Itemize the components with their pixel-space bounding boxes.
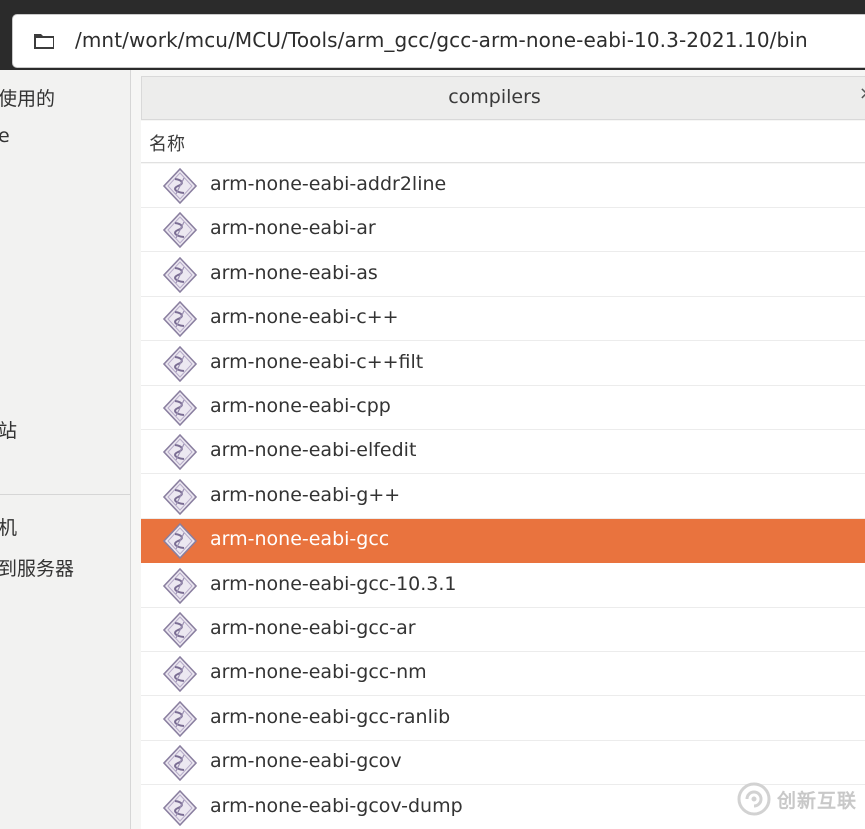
file-row[interactable]: arm-none-eabi-c++filt [141,342,865,386]
file-name: arm-none-eabi-gcov [210,750,402,773]
column-header-name[interactable]: 名称 [149,130,185,156]
file-row[interactable]: arm-none-eabi-gcc-ranlib [141,697,865,741]
file-row[interactable]: arm-none-eabi-ar [141,208,865,253]
file-row[interactable]: arm-none-eabi-gcc [141,519,865,564]
file-list: arm-none-eabi-addr2line arm-none-eabi-ar a… [141,164,865,829]
file-name: arm-none-eabi-gcc-ar [210,617,416,639]
location-path[interactable]: /mnt/work/mcu/MCU/Tools/arm_gcc/gcc-arm-… [75,28,808,52]
file-row[interactable]: arm-none-eabi-cpp [141,386,865,430]
file-row[interactable]: arm-none-eabi-elfedit [141,430,865,475]
file-name: arm-none-eabi-elfedit [210,439,417,462]
file-row[interactable]: arm-none-eabi-gcc-ar [141,608,865,652]
file-name: arm-none-eabi-g++ [210,483,401,506]
location-bar[interactable]: /mnt/work/mcu/MCU/Tools/arm_gcc/gcc-arm-… [12,14,865,68]
sidebar-divider [0,494,131,495]
sidebar-item-connect-server[interactable]: 到服务器 [0,554,74,581]
file-name: arm-none-eabi-gcc-ranlib [210,705,451,728]
file-name: arm-none-eabi-c++filt [210,350,424,373]
tab-title: compilers [448,86,541,108]
column-header: 名称 [141,121,865,163]
file-name: arm-none-eabi-c++ [210,306,399,329]
file-row[interactable]: arm-none-eabi-as [141,253,865,297]
file-row[interactable]: arm-none-eabi-addr2line [141,164,865,208]
file-name: arm-none-eabi-addr2line [210,173,447,195]
sidebar-item-recent[interactable]: 使用的 [0,84,55,111]
file-row[interactable]: arm-none-eabi-c++ [141,297,865,342]
file-row[interactable]: arm-none-eabi-g++ [141,475,865,519]
file-name: arm-none-eabi-gcov-dump [210,794,463,817]
file-manager-window: /mnt/work/mcu/MCU/Tools/arm_gcc/gcc-arm-… [0,0,865,829]
main-pane: compilers × 名称 arm-none-eabi-addr2linear… [131,70,865,829]
watermark-text: 创新互联 [776,789,857,812]
sidebar: 使用的 e 站 机 到服务器 [0,70,131,829]
watermark-logo-icon [737,782,771,816]
file-row[interactable]: arm-none-eabi-gcc-nm [141,652,865,697]
header-bar: /mnt/work/mcu/MCU/Tools/arm_gcc/gcc-arm-… [0,0,865,70]
file-row[interactable]: arm-none-eabi-gcc-10.3.1 [141,564,865,608]
file-name: arm-none-eabi-gcc [210,528,390,551]
file-name: arm-none-eabi-gcc-nm [210,661,427,684]
sidebar-item-computer[interactable]: 机 [0,513,17,540]
close-icon[interactable]: × [859,83,865,104]
sidebar-item-trash[interactable]: 站 [0,416,17,443]
file-name: arm-none-eabi-ar [210,217,376,240]
tab-compilers[interactable]: compilers × [141,76,865,120]
file-name: arm-none-eabi-as [210,261,378,284]
folder-icon [34,34,54,49]
watermark: 创新互联 [737,779,857,819]
file-name: arm-none-eabi-cpp [210,395,391,417]
file-name: arm-none-eabi-gcc-10.3.1 [210,572,457,595]
sidebar-item-home[interactable]: e [0,125,10,147]
